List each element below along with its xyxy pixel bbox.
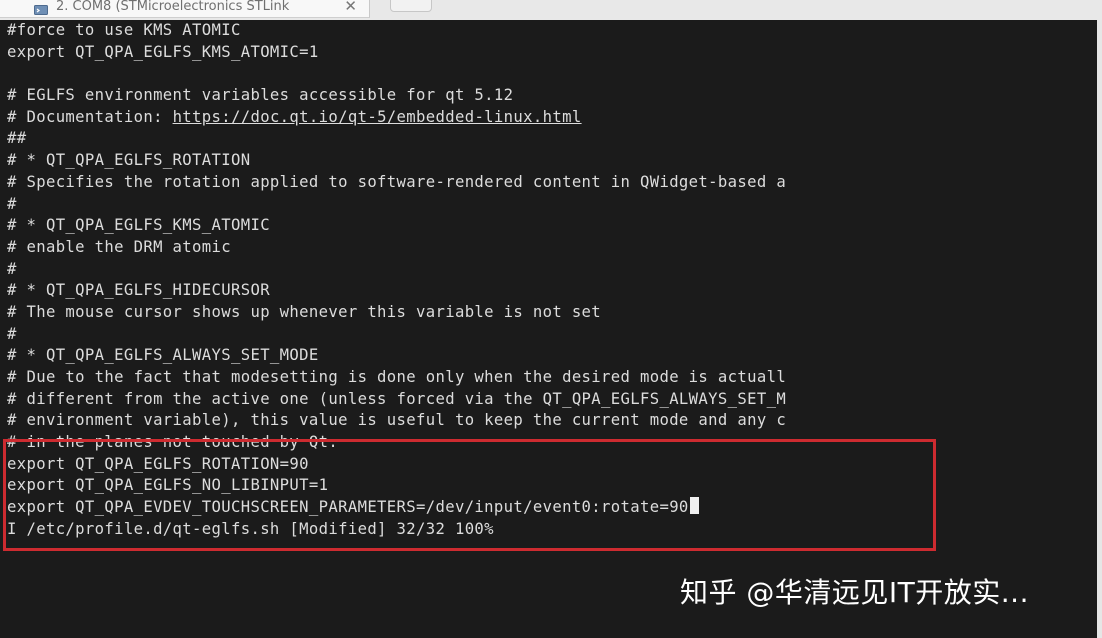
terminal-view[interactable]: #force to use KMS ATOMIC export QT_QPA_E… xyxy=(0,20,1097,638)
new-tab-button[interactable] xyxy=(390,0,432,12)
terminal-line: # xyxy=(7,259,17,278)
terminal-line: # environment variable), this value is u… xyxy=(7,411,787,430)
terminal-line-documentation: # Documentation: https://doc.qt.io/qt-5/… xyxy=(7,107,786,129)
terminal-line: # The mouse cursor shows up whenever thi… xyxy=(7,302,602,321)
terminal-line: # * QT_QPA_EGLFS_ALWAYS_SET_MODE xyxy=(7,346,319,365)
terminal-line: ## xyxy=(7,129,27,148)
terminal-line: # Specifies the rotation applied to soft… xyxy=(7,172,787,191)
close-icon[interactable]: ✕ xyxy=(344,0,357,15)
terminal-line: # xyxy=(7,324,17,343)
terminal-line: # * QT_QPA_EGLFS_ROTATION xyxy=(7,151,251,170)
terminal-line: # * QT_QPA_EGLFS_HIDECURSOR xyxy=(7,281,270,300)
terminal-line: # EGLFS environment variables accessible… xyxy=(7,86,514,105)
terminal-icon xyxy=(34,0,48,15)
terminal-line: # different from the active one (unless … xyxy=(7,389,787,408)
documentation-link[interactable]: https://doc.qt.io/qt-5/embedded-linux.ht… xyxy=(173,108,582,126)
terminal-line: # Due to the fact that modesetting is do… xyxy=(7,368,787,386)
terminal-line: export QT_QPA_EGLFS_KMS_ATOMIC=1 xyxy=(7,42,319,61)
watermark: 知乎 @华清远见IT开放实... xyxy=(680,576,1029,609)
terminal-line: # xyxy=(7,194,17,213)
terminal-line: #force to use KMS ATOMIC xyxy=(7,21,241,39)
documentation-label: # Documentation: xyxy=(7,107,173,126)
terminal-line: # enable the DRM atomic xyxy=(7,237,231,256)
tab-title: 2. COM8 (STMicroelectronics STLink xyxy=(56,0,290,14)
terminal-line: # * QT_QPA_EGLFS_KMS_ATOMIC xyxy=(7,216,270,235)
highlight-box xyxy=(3,439,936,551)
tab-bar: 2. COM8 (STMicroelectronics STLink ✕ xyxy=(0,0,1102,20)
tab-com8[interactable]: 2. COM8 (STMicroelectronics STLink ✕ xyxy=(0,0,370,18)
window-edge xyxy=(1097,20,1102,638)
